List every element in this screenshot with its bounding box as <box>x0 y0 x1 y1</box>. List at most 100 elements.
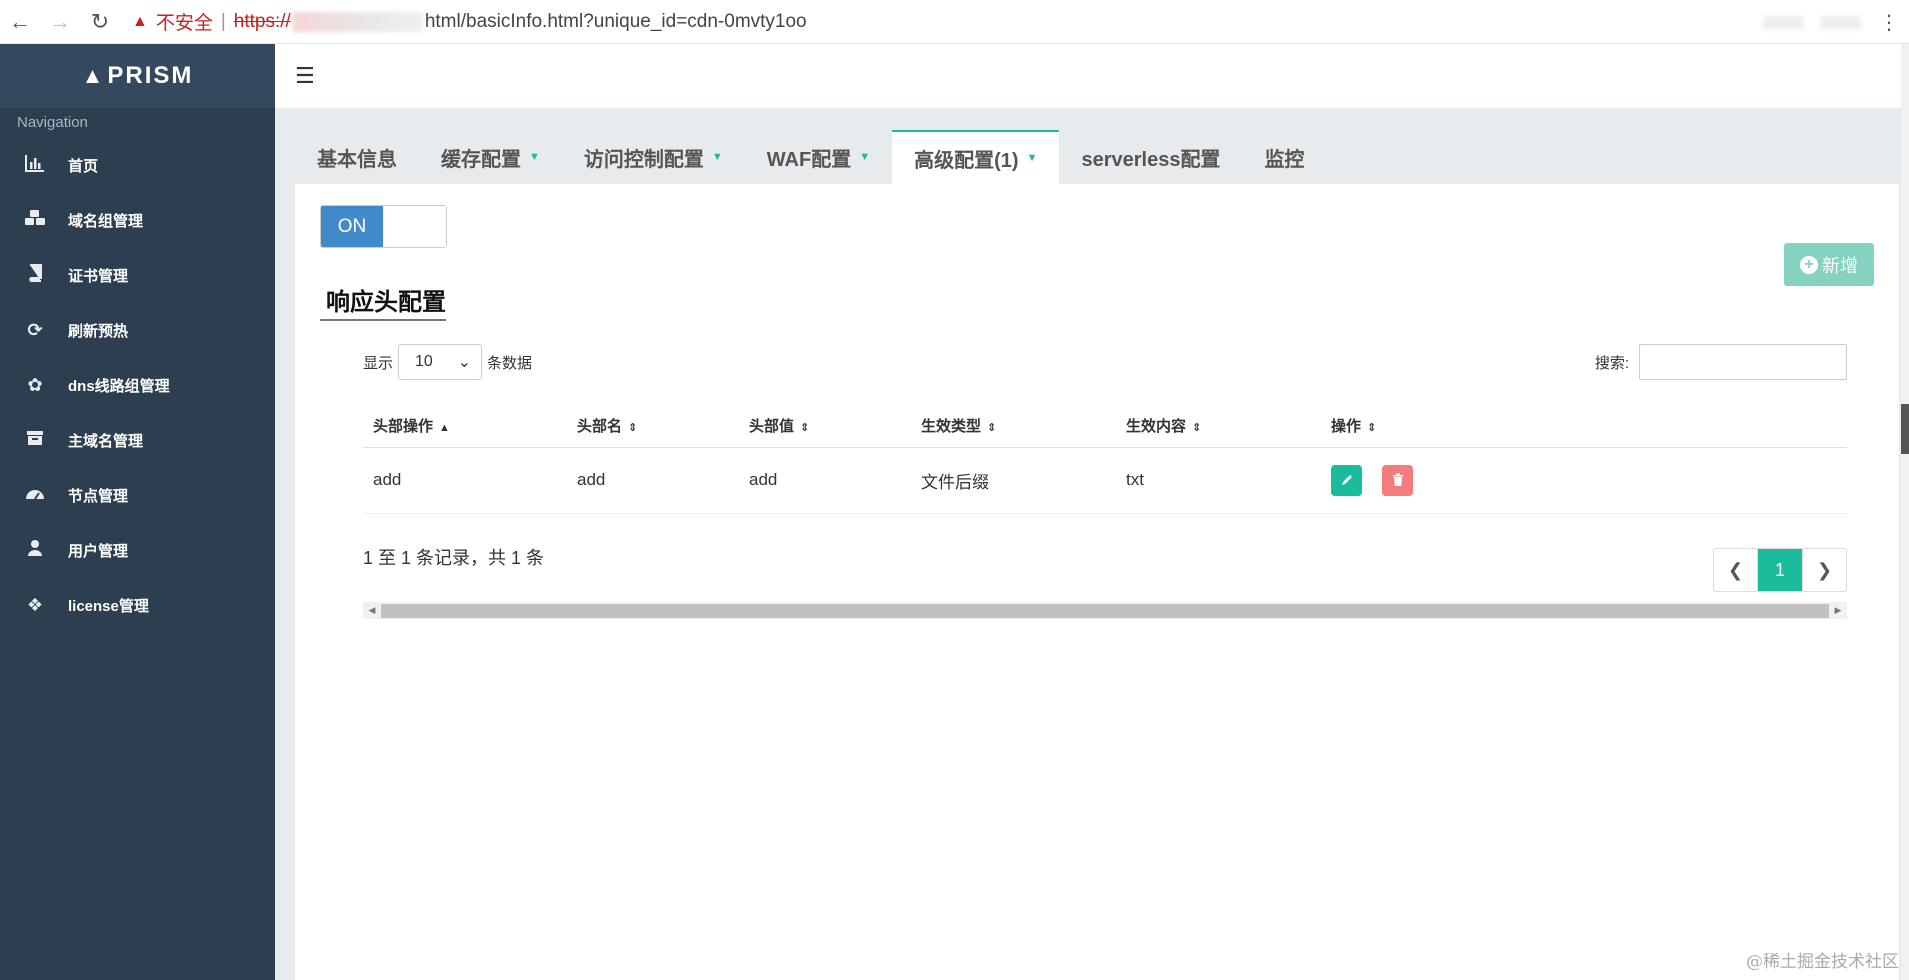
scroll-right-icon[interactable]: ▶ <box>1829 605 1847 616</box>
column-header[interactable]: 操作 ⇕ <box>1321 404 1847 448</box>
url-scheme: https:// <box>233 10 291 32</box>
warning-icon: ▲ <box>132 12 148 30</box>
cell-operation: add <box>363 447 567 514</box>
hamburger-menu-icon[interactable]: ☰ <box>295 63 315 89</box>
scroll-left-icon[interactable]: ◀ <box>363 605 381 616</box>
scroll-thumb[interactable] <box>1901 404 1909 454</box>
tab-basic-info[interactable]: 基本信息 <box>295 130 419 184</box>
sidebar-item-license[interactable]: ❖ license管理 <box>0 578 275 633</box>
cell-header-name: add <box>567 447 739 514</box>
search-control: 搜索: <box>1595 344 1847 380</box>
tab-label: WAF配置 <box>766 148 852 171</box>
length-suffix: 条数据 <box>487 354 533 372</box>
book-icon <box>24 264 46 287</box>
sidebar-item-certificates[interactable]: 证书管理 <box>0 248 275 303</box>
logo-triangle-icon: ▲ <box>81 63 106 88</box>
chevron-down-icon: ⌄ <box>457 354 472 371</box>
sidebar-item-nodes[interactable]: 节点管理 <box>0 468 275 523</box>
add-button[interactable]: + 新增 <box>1784 243 1874 286</box>
sidebar-item-main-domains[interactable]: 主域名管理 <box>0 413 275 468</box>
scroll-thumb[interactable] <box>381 603 1829 618</box>
back-icon[interactable]: ← <box>0 2 40 42</box>
column-header[interactable]: 头部名 ⇕ <box>567 404 739 448</box>
tab-monitoring[interactable]: 监控 <box>1242 130 1326 184</box>
url-path: html/basicInfo.html?unique_id=cdn-0mvty1… <box>424 10 807 32</box>
table-info: 1 至 1 条记录，共 1 条 <box>363 548 545 568</box>
sort-icon: ⇕ <box>1192 421 1202 434</box>
cubes-icon <box>24 209 46 232</box>
search-input[interactable] <box>1639 344 1847 380</box>
sidebar-item-users[interactable]: 用户管理 <box>0 523 275 578</box>
sidebar-item-label: 首页 <box>68 158 99 175</box>
cell-effect-content: txt <box>1116 447 1321 514</box>
column-header[interactable]: 生效内容 ⇕ <box>1116 404 1321 448</box>
caret-down-icon: ▼ <box>529 151 540 163</box>
dropbox-icon: ❖ <box>26 595 44 615</box>
logo-text: PRISM <box>107 62 194 89</box>
separator: | <box>220 10 226 32</box>
sidebar-item-dns-groups[interactable]: ✿ dns线路组管理 <box>0 358 275 413</box>
cell-effect-type: 文件后缀 <box>911 447 1116 514</box>
sidebar-item-label: 证书管理 <box>68 268 129 285</box>
browser-extensions: ⋮ <box>1763 10 1899 35</box>
pencil-icon <box>1341 475 1352 485</box>
pagelines-icon: ✿ <box>27 375 43 395</box>
page-length-value: 10 <box>415 353 433 370</box>
cell-actions <box>1321 447 1847 514</box>
tab-label: 缓存配置 <box>441 148 521 171</box>
tab-label: 基本信息 <box>317 148 397 171</box>
caret-down-icon: ▼ <box>711 151 723 163</box>
forward-icon[interactable]: → <box>40 2 80 42</box>
tab-access-control[interactable]: 访问控制配置 ▼ <box>562 130 745 184</box>
tab-waf-config[interactable]: WAF配置 ▼ <box>745 130 892 184</box>
config-tabs: 基本信息 缓存配置 ▼ 访问控制配置 ▼ WAF配置 ▼ 高级配置(1) ▼ s… <box>275 108 1909 184</box>
horizontal-scrollbar[interactable]: ◀ ▶ <box>363 602 1847 619</box>
page-length-select[interactable]: 10 ⌄ <box>398 344 483 380</box>
watermark: @稀土掘金技术社区 <box>1746 952 1899 972</box>
tab-label: serverless配置 <box>1081 148 1221 171</box>
sidebar: ▲ PRISM Navigation 首页 域名组管理 证书管理 ⟳ 刷新预热 … <box>0 44 275 980</box>
reload-icon[interactable]: ↻ <box>80 2 120 42</box>
plus-circle-icon: + <box>1800 255 1818 274</box>
sidebar-item-home[interactable]: 首页 <box>0 138 275 193</box>
trash-icon <box>1392 473 1403 486</box>
toggle-off-area <box>383 206 446 247</box>
nav-title: Navigation <box>17 114 88 131</box>
tab-advanced-config[interactable]: 高级配置(1) ▼ <box>892 130 1060 184</box>
sort-icon: ⇕ <box>1367 421 1377 434</box>
vertical-scrollbar[interactable] <box>1901 44 1909 980</box>
sidebar-item-refresh[interactable]: ⟳ 刷新预热 <box>0 303 275 358</box>
address-bar[interactable]: ▲ 不安全 | https:// html/basicInfo.html?uni… <box>132 4 807 40</box>
sidebar-item-label: dns线路组管理 <box>68 378 170 395</box>
column-header[interactable]: 生效类型 ⇕ <box>911 404 1116 448</box>
caret-down-icon: ▼ <box>859 151 871 163</box>
logo[interactable]: ▲ PRISM <box>0 44 275 108</box>
column-header[interactable]: 头部值 ⇕ <box>739 404 911 448</box>
sidebar-item-label: 刷新预热 <box>68 323 129 340</box>
user-icon <box>24 539 46 562</box>
sidebar-item-label: 用户管理 <box>68 543 129 560</box>
sidebar-item-domain-groups[interactable]: 域名组管理 <box>0 193 275 248</box>
page-length-control: 显示 10 ⌄ 条数据 <box>363 344 532 380</box>
redacted-extension <box>1821 15 1861 30</box>
sidebar-item-label: license管理 <box>68 598 149 615</box>
redacted-extension <box>1763 15 1803 30</box>
column-header[interactable]: 头部操作 ▲ <box>363 404 567 448</box>
tab-serverless-config[interactable]: serverless配置 <box>1059 130 1242 184</box>
delete-button[interactable] <box>1382 464 1413 496</box>
on-off-toggle[interactable]: ON <box>320 205 447 248</box>
edit-button[interactable] <box>1331 464 1362 496</box>
table-row: add add add 文件后缀 txt <box>363 447 1847 514</box>
prev-page-button[interactable]: ❮ <box>1714 549 1758 591</box>
add-button-label: 新增 <box>1822 255 1858 276</box>
insecure-label: 不安全 <box>155 13 213 34</box>
bar-chart-icon <box>24 154 46 177</box>
refresh-icon: ⟳ <box>27 320 43 340</box>
tab-panel: ON + 新增 响应头配置 显示 10 ⌄ 条数据 搜索: 头部操作 ▲ 头部名 ⇕ <box>295 184 1899 980</box>
next-page-button[interactable]: ❯ <box>1802 549 1846 591</box>
tab-cache-config[interactable]: 缓存配置 ▼ <box>419 130 562 184</box>
browser-menu-icon[interactable]: ⋮ <box>1879 10 1899 35</box>
page-number-button[interactable]: 1 <box>1758 549 1802 591</box>
cell-header-value: add <box>739 447 911 514</box>
section-title: 响应头配置 <box>320 282 446 321</box>
